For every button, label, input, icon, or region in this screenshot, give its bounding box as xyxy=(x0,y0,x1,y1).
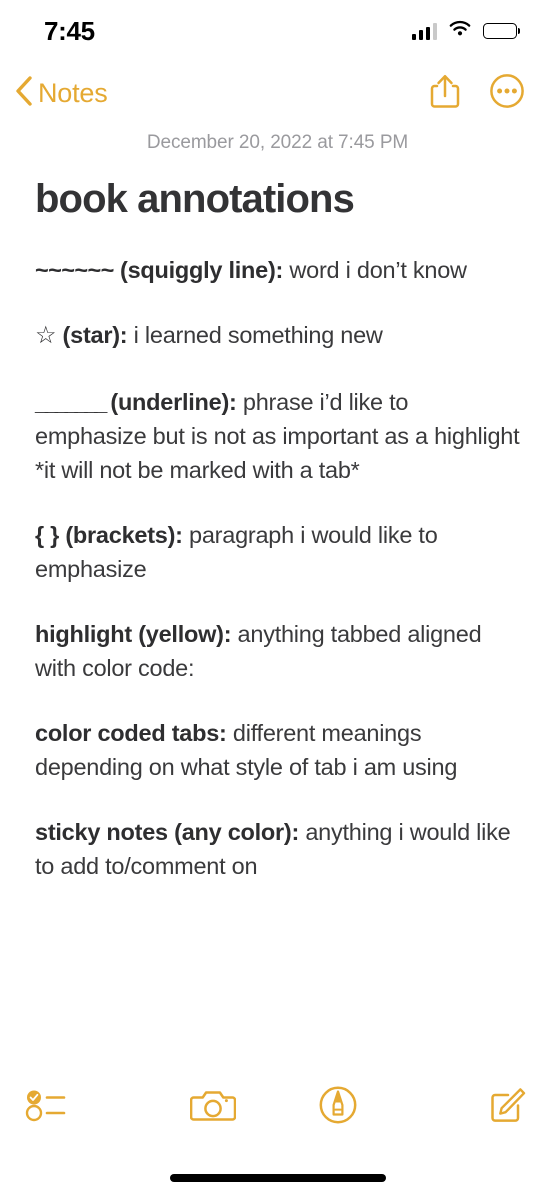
battery-icon xyxy=(483,23,517,39)
annotation-label: (underline): xyxy=(104,388,237,415)
annotation-marker: ~~~~~~ xyxy=(35,257,114,283)
camera-button[interactable] xyxy=(150,1086,276,1129)
markup-pen-icon xyxy=(318,1085,358,1130)
annotation-description: word i don’t know xyxy=(283,257,467,283)
annotation-label: (star): xyxy=(56,322,128,349)
annotation-label: color coded tabs: xyxy=(35,720,227,747)
navigation-bar: Notes xyxy=(0,62,555,124)
compose-icon xyxy=(487,1085,527,1130)
chevron-left-icon xyxy=(14,75,33,112)
back-button-label: Notes xyxy=(38,77,108,108)
note-paragraph: highlight (yellow): anything tabbed alig… xyxy=(35,617,520,685)
note-body: ~~~~~~ (squiggly line): word i don’t kno… xyxy=(35,253,520,884)
annotation-description: i learned something new xyxy=(127,322,383,349)
note-content[interactable]: December 20, 2022 at 7:45 PM book annota… xyxy=(0,132,555,884)
annotation-marker: _______ xyxy=(35,388,107,415)
status-bar-indicators xyxy=(411,20,517,43)
annotation-label: (brackets): xyxy=(59,522,183,549)
note-paragraph: ☆ (star): i learned something new xyxy=(35,318,520,354)
note-date: December 20, 2022 at 7:45 PM xyxy=(146,132,409,153)
share-icon[interactable] xyxy=(429,73,461,114)
annotation-marker: ☆ xyxy=(35,322,57,350)
annotation-label: sticky notes (any color): xyxy=(35,819,300,846)
status-bar: 7:45 xyxy=(0,0,555,62)
back-to-notes-button[interactable]: Notes xyxy=(14,75,108,112)
note-title: book annotations xyxy=(35,177,355,221)
checklist-button[interactable] xyxy=(0,1088,150,1127)
bottom-toolbar xyxy=(0,1072,555,1142)
camera-icon xyxy=(189,1086,236,1129)
note-paragraph: _______ (underline): phrase i’d like to … xyxy=(35,385,520,487)
markup-button[interactable] xyxy=(276,1085,402,1130)
checklist-icon xyxy=(24,1088,70,1127)
annotation-label: highlight (yellow): xyxy=(35,621,232,648)
note-paragraph: ~~~~~~ (squiggly line): word i don’t kno… xyxy=(35,253,520,287)
note-paragraph: color coded tabs: different meanings dep… xyxy=(35,716,520,784)
cellular-bars-icon xyxy=(411,23,437,40)
annotation-label: (squiggly line): xyxy=(113,257,284,283)
status-bar-time: 7:45 xyxy=(44,15,95,46)
note-paragraph: { } (brackets): paragraph i would like t… xyxy=(35,518,520,586)
annotation-marker: { } xyxy=(35,522,60,549)
navigation-actions xyxy=(429,73,525,114)
compose-button[interactable] xyxy=(401,1085,555,1130)
wifi-icon xyxy=(448,20,472,43)
home-indicator xyxy=(169,1174,386,1182)
note-paragraph: sticky notes (any color): anything i wou… xyxy=(35,815,520,883)
more-ellipsis-icon[interactable] xyxy=(489,73,525,114)
